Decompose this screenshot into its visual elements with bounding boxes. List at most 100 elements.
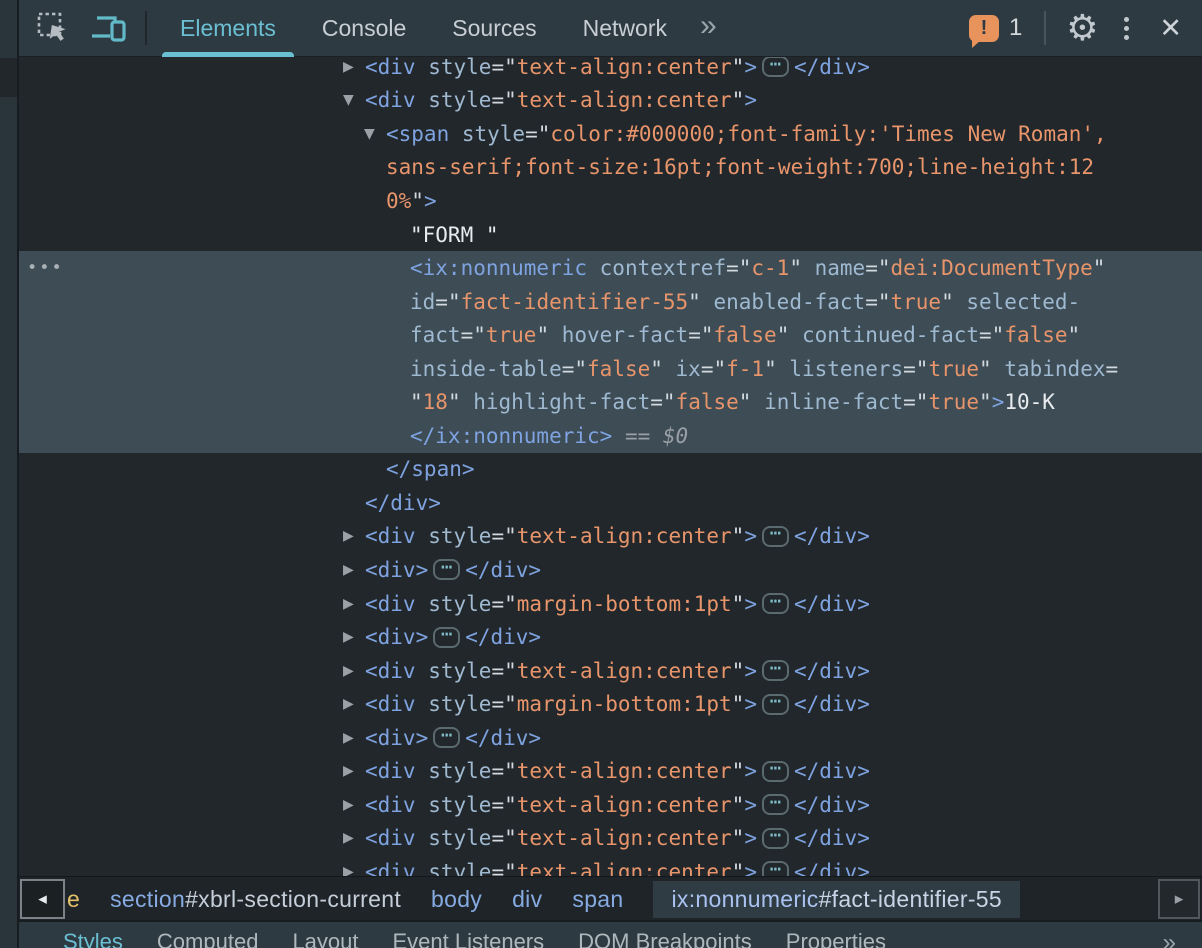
tree-row-selected[interactable]: fact="true" hover-fact="false" continued… — [19, 318, 1202, 352]
inline-expand-icon[interactable]: ⋯ — [762, 694, 789, 715]
tab-label: Sources — [452, 15, 536, 42]
inline-expand-icon[interactable]: ⋯ — [762, 526, 789, 547]
code-token-pun: =" — [491, 57, 516, 79]
inline-expand-icon[interactable]: ⋯ — [762, 761, 789, 782]
code-token-tag: </div> — [794, 759, 870, 783]
tab-elements[interactable]: Elements — [157, 0, 299, 57]
error-badge-icon[interactable]: ! — [969, 15, 999, 42]
code-token-val: false — [713, 323, 776, 347]
inline-expand-icon[interactable]: ⋯ — [762, 861, 789, 876]
breadcrumb-item[interactable]: span — [572, 886, 623, 913]
breadcrumb-item-selected[interactable]: ix:nonnumeric#fact-identifier-55 — [653, 881, 1019, 918]
code-token-tag: </div> — [794, 592, 870, 616]
elements-tree-panel[interactable]: ▶<div style="text-align:center">⋯</div>▼… — [19, 57, 1202, 876]
expand-arrow-icon[interactable]: ▶ — [343, 696, 354, 712]
expand-arrow-icon[interactable]: ▶ — [343, 830, 354, 846]
sidebar-tab-dom-breakpoints[interactable]: DOM Breakpoints — [578, 929, 752, 948]
tree-row[interactable]: ▶<div style="text-align:center">⋯</div> — [19, 754, 1202, 788]
tree-row[interactable]: </div> — [19, 486, 1202, 520]
device-toolbar-icon[interactable] — [85, 6, 133, 50]
collapse-arrow-icon[interactable]: ▼ — [343, 92, 354, 108]
tree-row[interactable]: ▶<div style="margin-bottom:1pt">⋯</div> — [19, 587, 1202, 621]
tab-console[interactable]: Console — [299, 0, 429, 57]
breadcrumb: e section#xbrl-section-current body div span… — [67, 877, 1020, 921]
collapse-arrow-icon[interactable]: ▼ — [364, 126, 375, 142]
expand-arrow-icon[interactable]: ▶ — [343, 629, 354, 645]
tree-row[interactable]: </span> — [19, 453, 1202, 487]
inline-expand-icon[interactable]: ⋯ — [762, 794, 789, 815]
tree-row[interactable]: ▶<div style="text-align:center">⋯</div> — [19, 822, 1202, 856]
tree-row-selected[interactable]: "18" highlight-fact="false" inline-fact=… — [19, 385, 1202, 419]
inline-expand-icon[interactable]: ⋯ — [433, 627, 460, 648]
more-panels-chevron-icon[interactable]: » — [690, 9, 727, 43]
code-token-tag: </div> — [794, 793, 870, 817]
expand-arrow-icon[interactable]: ▶ — [343, 562, 354, 578]
expand-arrow-icon[interactable]: ▶ — [343, 59, 354, 75]
tree-row[interactable]: ▶<div>⋯</div> — [19, 553, 1202, 587]
expand-arrow-icon[interactable]: ▶ — [343, 797, 354, 813]
code-token-val: 18 — [423, 390, 448, 414]
code-token-pun: =" — [491, 759, 516, 783]
breadcrumb-item[interactable]: body — [431, 886, 482, 913]
code-token-attr: id — [410, 290, 435, 314]
code-token-pun: " — [732, 793, 745, 817]
sidebar-tab-computed[interactable]: Computed — [157, 929, 259, 948]
tree-row-selected[interactable]: </ix:nonnumeric> == $0 — [19, 419, 1202, 453]
tab-network[interactable]: Network — [560, 0, 690, 57]
code-token-tag: </div> — [465, 625, 541, 649]
code-token-tag: > — [744, 592, 757, 616]
breadcrumb-scroll-left-icon[interactable]: ◂ — [20, 879, 65, 919]
code-token-val: false — [676, 390, 739, 414]
inline-expand-icon[interactable]: ⋯ — [762, 660, 789, 681]
code-token-txt: "FORM " — [410, 223, 499, 247]
tree-row[interactable]: ▶<div>⋯</div> — [19, 721, 1202, 755]
tree-row-selected[interactable]: •••<ix:nonnumeric contextref="c-1" name=… — [19, 251, 1202, 285]
tree-row[interactable]: ▶<div style="margin-bottom:1pt">⋯</div> — [19, 687, 1202, 721]
expand-arrow-icon[interactable]: ▶ — [343, 763, 354, 779]
settings-gear-icon[interactable]: ⚙ — [1062, 10, 1102, 46]
more-options-kebab-icon[interactable] — [1120, 13, 1133, 44]
code-token-val: margin-bottom:1pt — [517, 592, 732, 616]
tree-row[interactable]: sans-serif;font-size:16pt;font-weight:70… — [19, 151, 1202, 185]
tree-row[interactable]: "FORM " — [19, 218, 1202, 252]
sidebar-more-tabs-chevron-icon[interactable]: » — [1163, 929, 1176, 948]
expand-arrow-icon[interactable]: ▶ — [343, 730, 354, 746]
expand-arrow-icon[interactable]: ▶ — [343, 663, 354, 679]
tab-sources[interactable]: Sources — [429, 0, 559, 57]
code-token-tag: <div — [365, 692, 416, 716]
selected-row-more-icon[interactable]: ••• — [27, 258, 64, 278]
inline-expand-icon[interactable]: ⋯ — [762, 57, 789, 77]
breadcrumb-item[interactable]: e — [67, 886, 80, 913]
code-token-attr: selected- — [954, 290, 1080, 314]
tree-row[interactable]: ▶<div>⋯</div> — [19, 620, 1202, 654]
breadcrumb-item[interactable]: section#xbrl-section-current — [110, 886, 401, 913]
tree-row-selected[interactable]: inside-table="false" ix="f-1" listeners=… — [19, 352, 1202, 386]
breadcrumb-scroll-right-icon[interactable]: ▸ — [1158, 879, 1200, 919]
tree-row[interactable]: ▼<div style="text-align:center"> — [19, 84, 1202, 118]
inline-expand-icon[interactable]: ⋯ — [433, 727, 460, 748]
tree-row-selected[interactable]: id="fact-identifier-55" enabled-fact="tr… — [19, 285, 1202, 319]
tree-row[interactable]: 0%"> — [19, 184, 1202, 218]
code-token-pun: =" — [865, 290, 890, 314]
sidebar-tab-event-listeners[interactable]: Event Listeners — [393, 929, 545, 948]
tree-row[interactable]: ▶<div style="text-align:center">⋯</div> — [19, 57, 1202, 84]
sidebar-tab-properties[interactable]: Properties — [786, 929, 886, 948]
inline-expand-icon[interactable]: ⋯ — [762, 593, 789, 614]
tree-row[interactable]: ▼<span style="color:#000000;font-family:… — [19, 117, 1202, 151]
tree-row[interactable]: ▶<div style="text-align:center">⋯</div> — [19, 855, 1202, 876]
expand-arrow-icon[interactable]: ▶ — [343, 596, 354, 612]
inspect-element-icon[interactable] — [31, 6, 75, 50]
inline-expand-icon[interactable]: ⋯ — [433, 559, 460, 580]
breadcrumb-item[interactable]: div — [512, 886, 542, 913]
inline-expand-icon[interactable]: ⋯ — [762, 828, 789, 849]
sidebar-tab-styles[interactable]: Styles — [63, 929, 123, 948]
code-token-val: true — [928, 357, 979, 381]
tree-row[interactable]: ▶<div style="text-align:center">⋯</div> — [19, 788, 1202, 822]
close-devtools-icon[interactable]: ✕ — [1159, 13, 1182, 44]
tree-row[interactable]: ▶<div style="text-align:center">⋯</div> — [19, 654, 1202, 688]
expand-arrow-icon[interactable]: ▶ — [343, 864, 354, 876]
tree-row[interactable]: ▶<div style="text-align:center">⋯</div> — [19, 520, 1202, 554]
expand-arrow-icon[interactable]: ▶ — [343, 528, 354, 544]
sidebar-tab-layout[interactable]: Layout — [292, 929, 358, 948]
code-token-meta: == $0 — [612, 424, 688, 448]
